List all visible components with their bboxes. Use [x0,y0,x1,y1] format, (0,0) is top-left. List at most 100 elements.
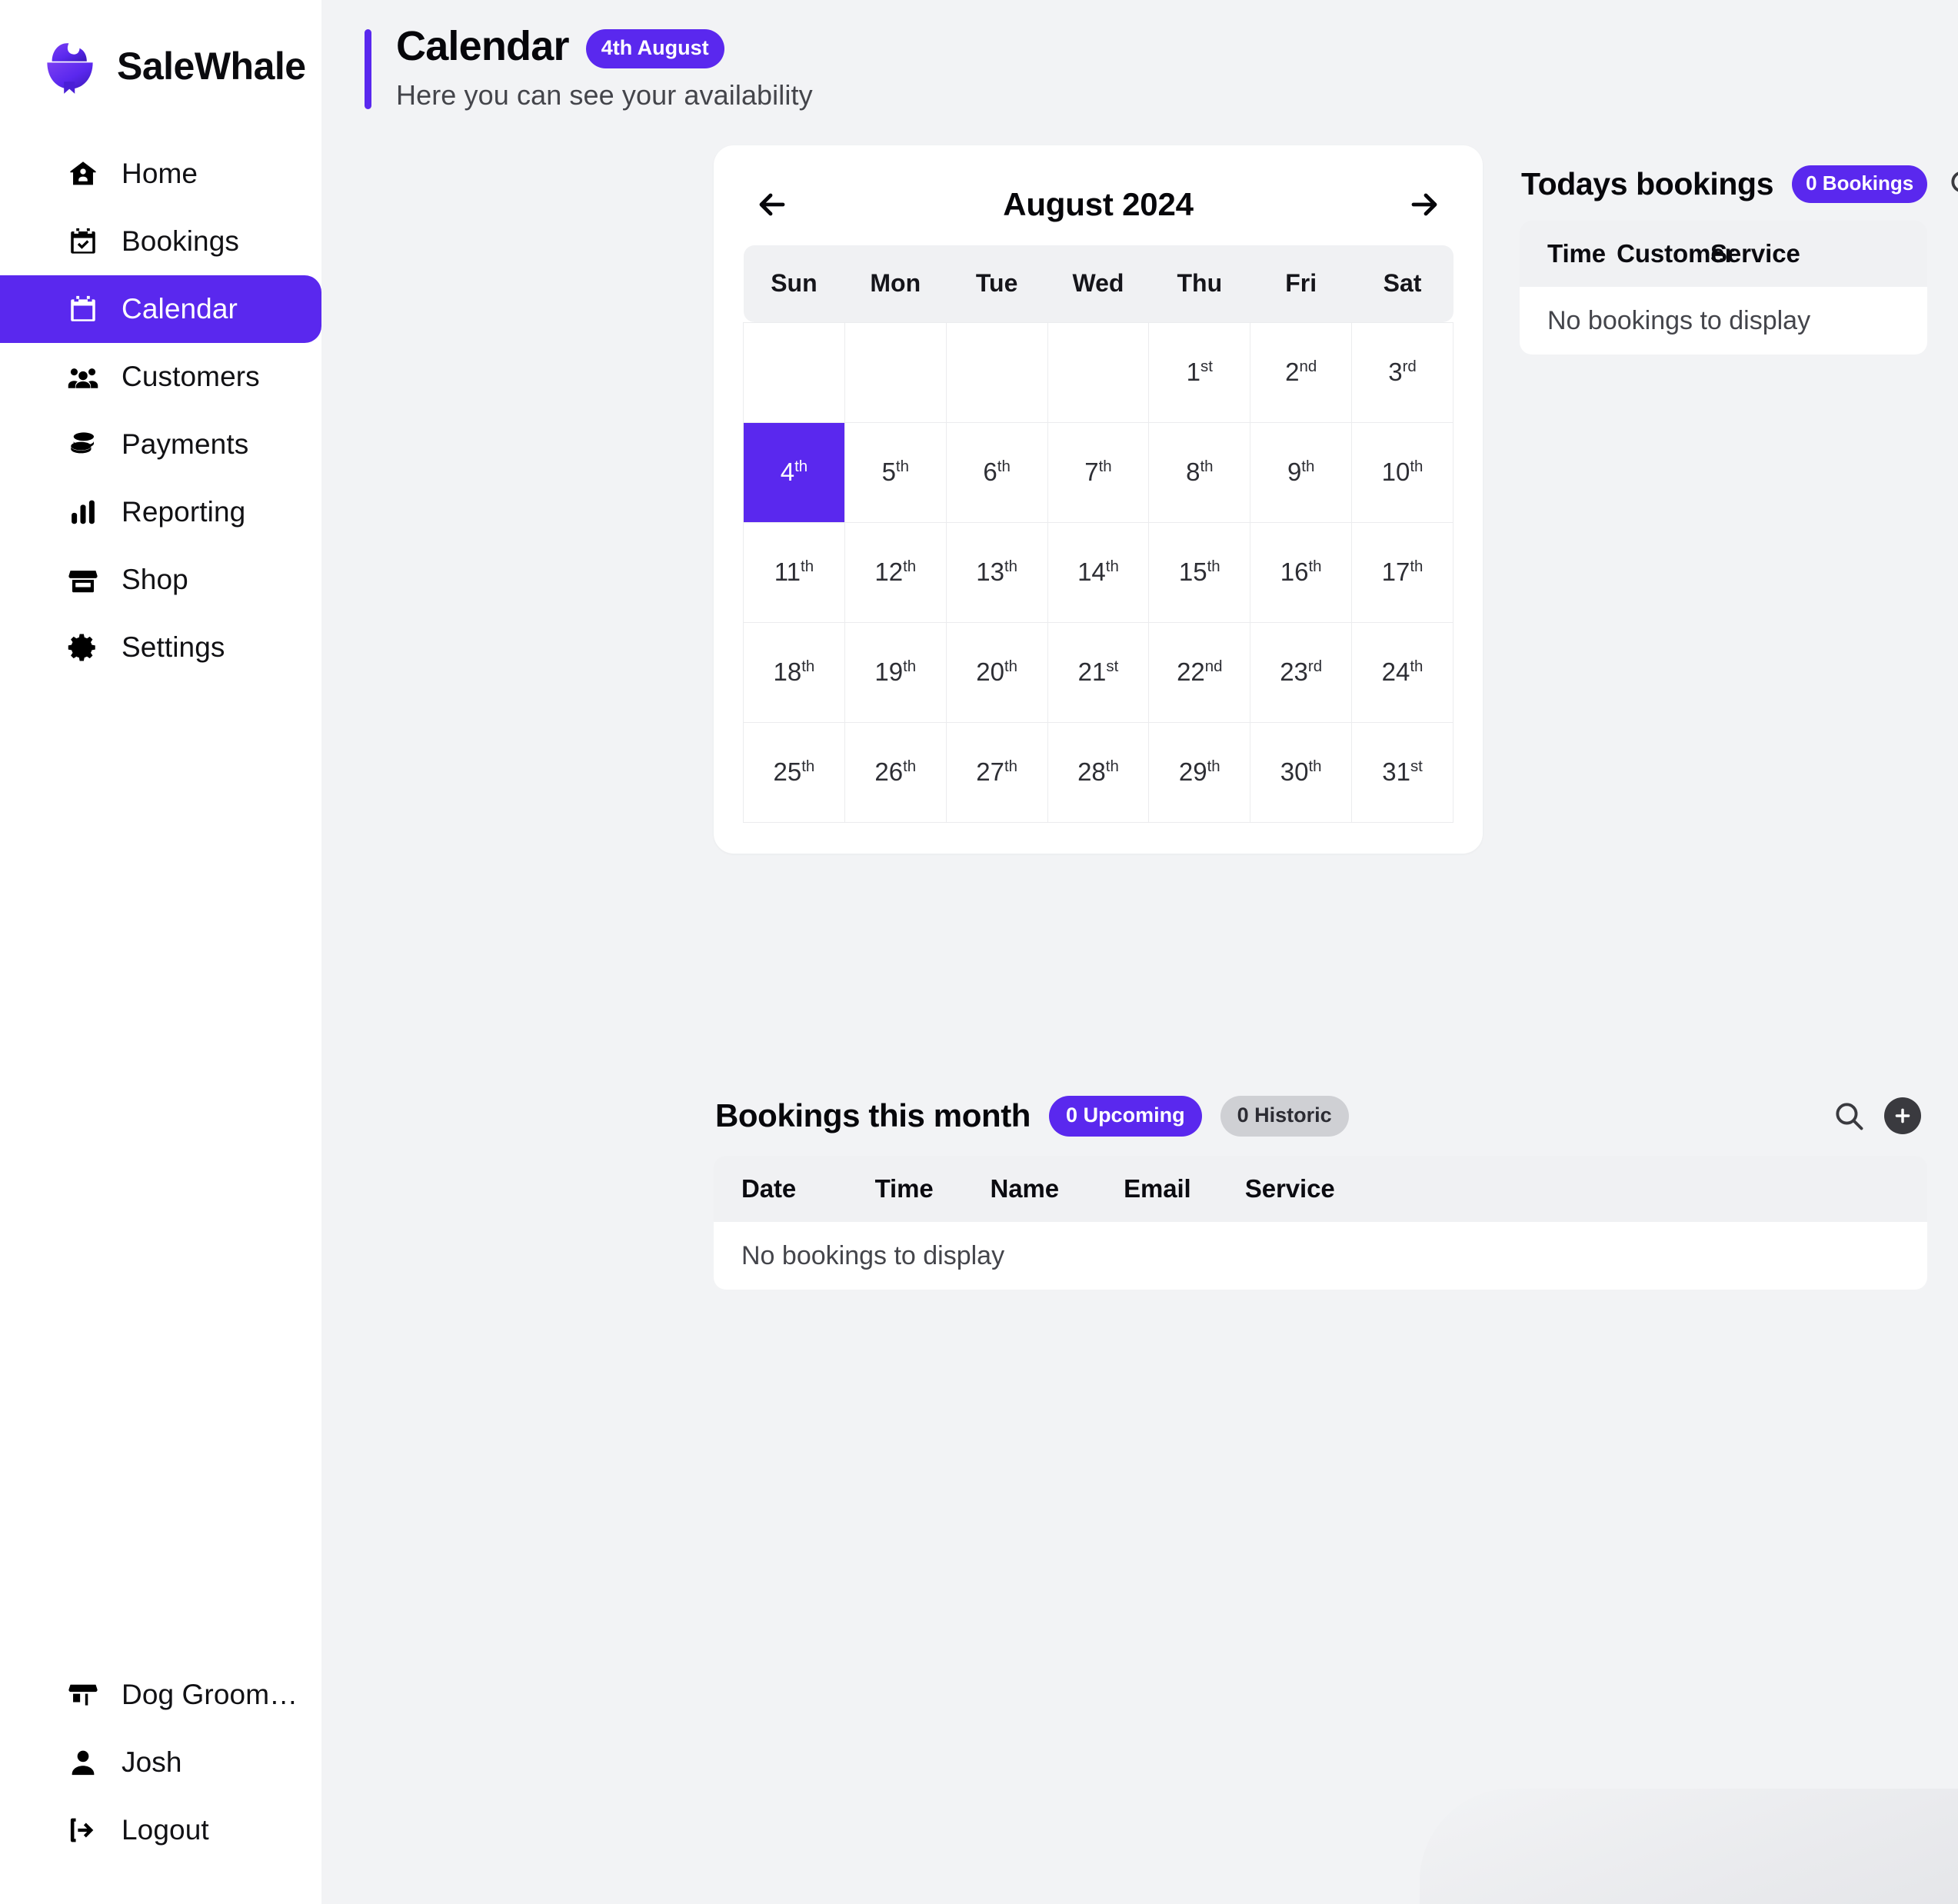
content-area: August 2024 Sun Mon Tue Wed Thu Fri Sat … [321,145,1958,1899]
sidebar-item-reporting[interactable]: Reporting [0,478,321,546]
search-icon[interactable] [1946,165,1958,202]
calendar-day-26[interactable]: 26th [844,721,947,823]
calendar-day-27[interactable]: 27th [945,721,1048,823]
sidebar-item-logout[interactable]: Logout [0,1796,321,1864]
calendar-body: 1st 2nd 3rd 4th 5th 6th 7th 8th 9th 10th 11th 12th 1… [743,321,1454,823]
sidebar-item-label: Payments [122,428,249,460]
table-header-row: Time Customer Service [1520,221,1927,287]
sidebar-item-calendar[interactable]: Calendar [0,275,321,343]
calendar-day-2[interactable]: 2nd [1250,321,1353,423]
arrow-left-icon[interactable] [749,181,795,228]
gear-icon [66,631,100,664]
brand[interactable]: SaleWhale [0,0,321,100]
weekday-tue: Tue [946,245,1048,322]
calendar-day-22[interactable]: 22nd [1148,621,1251,723]
sidebar-item-shop[interactable]: Shop [0,546,321,614]
calendar-week-row: 18th 19th 20th 21st 22nd 23rd 24th [743,621,1454,723]
month-bookings-table-body: No bookings to display [714,1222,1927,1290]
table-row: No bookings to display [1520,287,1927,355]
calendar-day-3[interactable]: 3rd [1351,321,1454,423]
calendar-day-10[interactable]: 10th [1351,421,1454,523]
calendar-day-15[interactable]: 15th [1148,521,1251,623]
todays-bookings-table: Time Customer Service No bookings to dis… [1520,221,1927,355]
month-bookings-table-head: Date Time Name Email Service [714,1156,1927,1222]
sidebar-item-label: Josh [122,1746,182,1778]
calendar-grid: Sun Mon Tue Wed Thu Fri Sat 1st 2nd 3rd 4th… [743,245,1454,823]
sidebar-item-payments[interactable]: Payments [0,411,321,478]
calendar-day-8[interactable]: 8th [1148,421,1251,523]
storefront-icon [66,1678,100,1712]
sidebar-bottom-nav: Dog Groomi… Josh Logout [0,1661,321,1904]
calendar-check-icon [66,225,100,258]
calendar-day-31[interactable]: 31st [1351,721,1454,823]
calendar-day-18[interactable]: 18th [743,621,845,723]
calendar-day-14[interactable]: 14th [1047,521,1150,623]
sidebar-item-label: Dog Groomi… [122,1679,298,1710]
month-bookings-title: Bookings this month [715,1097,1031,1133]
sidebar-item-label: Shop [122,564,188,595]
brand-name: SaleWhale [117,45,306,88]
calendar-day-empty [945,321,1048,423]
plus-icon[interactable] [1884,1097,1921,1134]
sidebar-item-home[interactable]: Home [0,140,321,208]
table-header-row: Date Time Name Email Service [714,1156,1927,1222]
month-bookings-empty-text: No bookings to display [714,1222,1927,1290]
calendar-day-17[interactable]: 17th [1351,521,1454,623]
calendar-day-11[interactable]: 11th [743,521,845,623]
sidebar-item-customers[interactable]: Customers [0,343,321,411]
calendar-card: August 2024 Sun Mon Tue Wed Thu Fri Sat … [714,145,1483,854]
month-bookings-actions [1830,1097,1921,1134]
calendar-day-9[interactable]: 9th [1250,421,1353,523]
calendar-month-label: August 2024 [1003,186,1194,222]
todays-bookings-table-body: No bookings to display [1520,287,1927,355]
calendar-weekday-header: Sun Mon Tue Wed Thu Fri Sat [743,245,1454,322]
calendar-weekday-row: Sun Mon Tue Wed Thu Fri Sat [743,245,1454,322]
weekday-fri: Fri [1250,245,1352,322]
calendar-day-5[interactable]: 5th [844,421,947,523]
page-header: Calendar 4th August Here you can see you… [321,0,1958,112]
column-time: Time [847,1156,963,1222]
calendar-day-23[interactable]: 23rd [1250,621,1353,723]
sidebar-item-label: Settings [122,631,225,663]
logout-icon [66,1813,100,1847]
calendar-day-19[interactable]: 19th [844,621,947,723]
calendar-day-1[interactable]: 1st [1148,321,1251,423]
calendar-nav: August 2024 [743,171,1454,238]
app-root: SaleWhale Home Bookings Calendar Custome… [0,0,1958,1904]
calendar-day-29[interactable]: 29th [1148,721,1251,823]
calendar-day-20[interactable]: 20th [945,621,1048,723]
calendar-day-25[interactable]: 25th [743,721,845,823]
calendar-day-empty [1047,321,1150,423]
page-title-row: Calendar 4th August [396,25,813,68]
calendar-day-16[interactable]: 16th [1250,521,1353,623]
sidebar-item-label: Bookings [122,225,240,257]
calendar-day-30[interactable]: 30th [1250,721,1353,823]
arrow-right-icon[interactable] [1401,181,1447,228]
column-date: Date [714,1156,847,1222]
calendar-day-4[interactable]: 4th [743,421,845,523]
sidebar-item-shop-name[interactable]: Dog Groomi… [0,1661,321,1729]
calendar-day-12[interactable]: 12th [844,521,947,623]
calendar-day-6[interactable]: 6th [945,421,1048,523]
todays-bookings-table-head: Time Customer Service [1520,221,1927,287]
coins-icon [66,428,100,461]
calendar-day-28[interactable]: 28th [1047,721,1150,823]
calendar-day-21[interactable]: 21st [1047,621,1150,723]
calendar-day-24[interactable]: 24th [1351,621,1454,723]
sidebar-item-label: Calendar [122,293,238,325]
todays-bookings-empty-text: No bookings to display [1520,287,1927,355]
sidebar-item-settings[interactable]: Settings [0,614,321,681]
historic-badge[interactable]: 0 Historic [1220,1095,1349,1137]
sidebar-item-bookings[interactable]: Bookings [0,208,321,275]
calendar-day-13[interactable]: 13th [945,521,1048,623]
upcoming-badge[interactable]: 0 Upcoming [1049,1095,1202,1137]
month-bookings-table: Date Time Name Email Service No bookings… [714,1156,1927,1290]
calendar-day-empty [844,321,947,423]
search-icon[interactable] [1830,1097,1867,1134]
current-date-badge: 4th August [585,29,724,68]
weekday-thu: Thu [1148,245,1250,322]
sidebar-item-account[interactable]: Josh [0,1729,321,1796]
month-bookings-header: Bookings this month 0 Upcoming 0 Histori… [714,1085,1927,1147]
bar-chart-icon [66,495,100,529]
calendar-day-7[interactable]: 7th [1047,421,1150,523]
